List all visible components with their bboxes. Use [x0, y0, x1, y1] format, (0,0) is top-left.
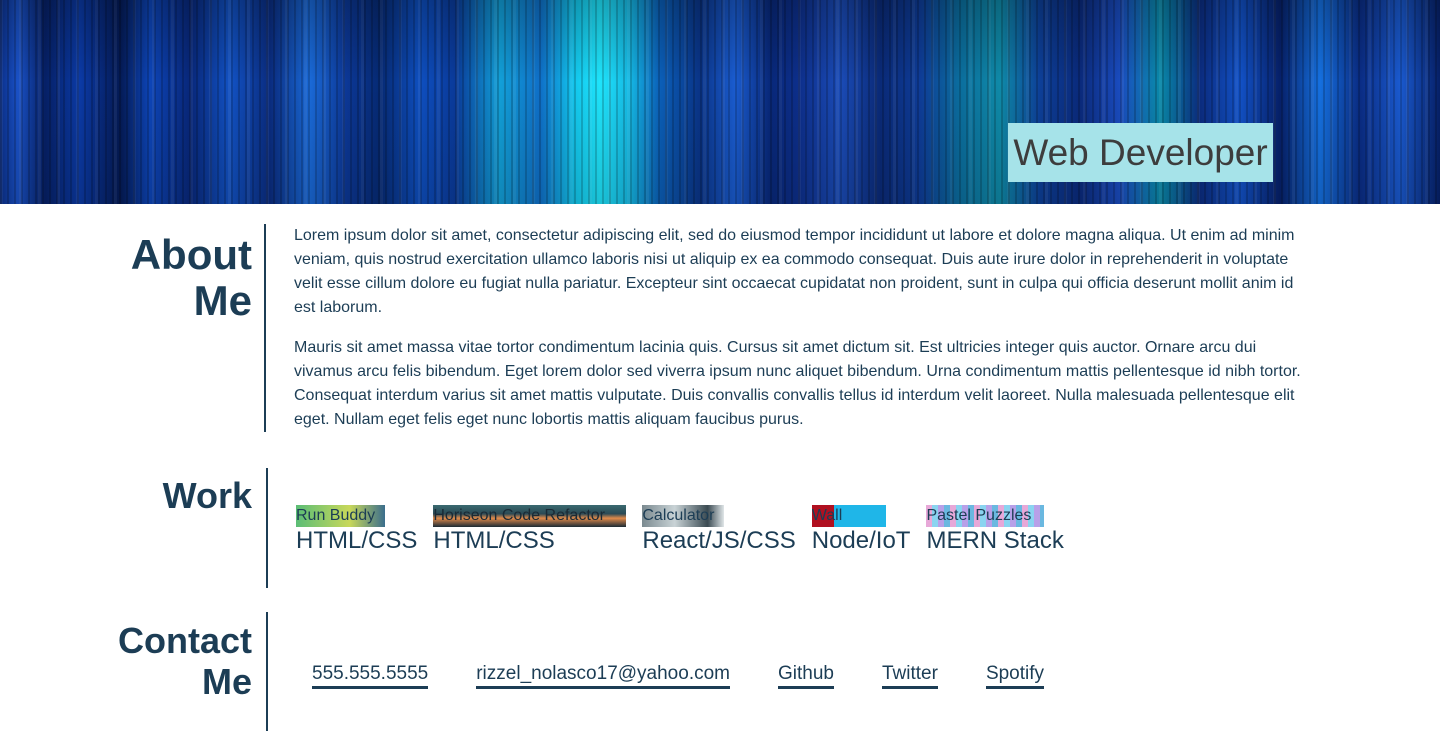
contact-twitter-link[interactable]: Twitter — [881, 662, 938, 689]
work-heading: Work — [162, 475, 252, 516]
contact-github-link[interactable]: Github — [778, 662, 834, 689]
contact-email-link[interactable]: rizzel_nolasco17@yahoo.com — [476, 662, 730, 689]
work-thumbnail-pastel-puzzles[interactable]: Pastel Puzzles — [926, 505, 1045, 527]
work-thumbnail-calculator[interactable]: Calculator — [642, 505, 725, 527]
hero-banner: Web Developer — [0, 0, 1440, 204]
contact-heading: Contact Me — [118, 620, 252, 702]
work-thumbnail-run-buddy[interactable]: Run Buddy — [296, 505, 385, 527]
work-tech-label: React/JS/CSS — [642, 527, 796, 554]
about-paragraph-2: Mauris sit amet massa vitae tortor condi… — [294, 339, 1301, 428]
about-heading-line1: About — [130, 231, 252, 278]
work-tech-label: HTML/CSS — [433, 527, 555, 554]
work-item-horiseon: Horiseon Code Refactor HTML/CSS — [433, 505, 627, 555]
about-text: Lorem ipsum dolor sit amet, consectetur … — [294, 224, 1304, 448]
about-section: About Me Lorem ipsum dolor sit amet, con… — [0, 224, 1440, 434]
contact-heading-line1: Contact — [118, 620, 252, 661]
contact-phone-link[interactable]: 555.555.5555 — [312, 662, 429, 689]
work-tech-label: HTML/CSS — [296, 527, 418, 554]
work-tech-label: Node/IoT — [811, 527, 911, 554]
about-heading: About Me — [52, 232, 252, 324]
page-title: Web Developer — [1008, 123, 1273, 182]
work-divider — [266, 468, 268, 588]
work-thumbnail-wall[interactable]: Wall — [811, 505, 886, 527]
work-item-calculator: Calculator React/JS/CSS — [642, 505, 796, 555]
about-divider — [264, 224, 266, 432]
work-tech-label: MERN Stack — [926, 527, 1064, 554]
contact-section: Contact Me 555.555.5555 rizzel_nolasco17… — [0, 612, 1440, 731]
about-paragraph-1: Lorem ipsum dolor sit amet, consectetur … — [294, 227, 1295, 316]
work-item-run-buddy: Run Buddy HTML/CSS — [296, 505, 417, 555]
about-heading-line2: Me — [193, 277, 252, 324]
work-section: Work Run Buddy HTML/CSS Horiseon Code Re… — [0, 468, 1440, 588]
work-item-pastel-puzzles: Pastel Puzzles MERN Stack — [926, 505, 1064, 555]
work-thumbnail-horiseon[interactable]: Horiseon Code Refactor — [433, 505, 627, 527]
work-list: Run Buddy HTML/CSS Horiseon Code Refacto… — [296, 505, 1080, 555]
work-item-wall: Wall Node/IoT — [811, 505, 911, 555]
contact-divider — [266, 612, 268, 731]
contact-heading-line2: Me — [201, 661, 252, 702]
contact-list: 555.555.5555 rizzel_nolasco17@yahoo.com … — [312, 662, 1092, 689]
contact-spotify-link[interactable]: Spotify — [985, 662, 1045, 689]
